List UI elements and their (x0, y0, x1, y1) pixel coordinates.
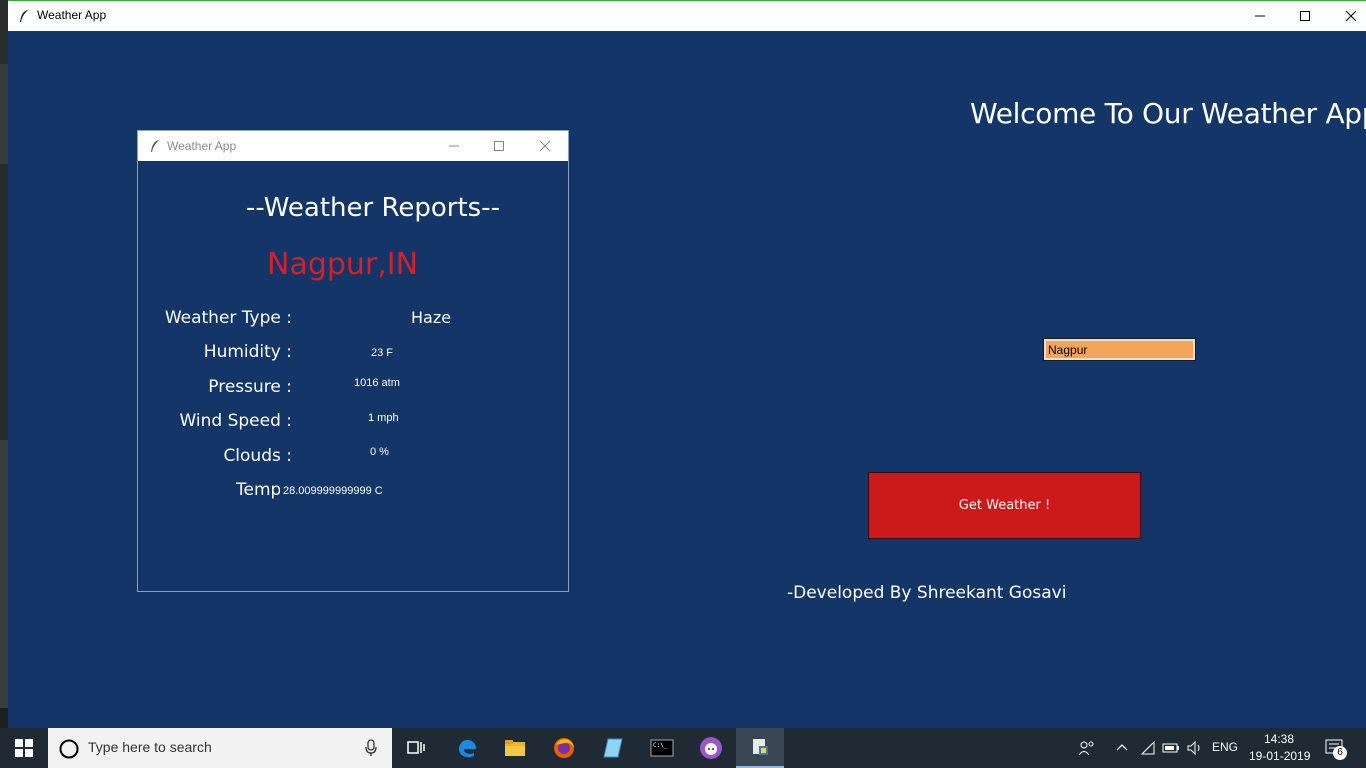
developer-credit: -Developed By Shreekant Gosavi (787, 583, 1067, 603)
folder-icon (505, 740, 525, 756)
close-button[interactable] (1328, 1, 1366, 31)
weather-report-window: Weather App --Weather Reports-- Nagpur,I… (137, 130, 569, 592)
notification-count-badge: 6 (1333, 746, 1347, 760)
edge-icon (459, 739, 476, 758)
feather-icon (20, 10, 28, 22)
battery-icon[interactable] (1162, 740, 1180, 756)
weather-type-label: Weather Type : (164, 308, 292, 328)
microphone-icon[interactable] (364, 739, 378, 757)
github-cat-icon (700, 737, 722, 759)
edge-browser-button[interactable] (443, 728, 491, 768)
report-titlebar[interactable]: Weather App (138, 131, 568, 161)
pressure-value: 1016 atm (354, 377, 400, 389)
github-desktop-button[interactable] (687, 728, 735, 768)
command-prompt-button[interactable]: C:\_ (638, 728, 686, 768)
python-app-button[interactable] (736, 728, 784, 768)
report-maximize-button[interactable] (476, 131, 522, 161)
pressure-label: Pressure : (208, 377, 292, 397)
background-desktop-edge (0, 0, 8, 728)
svg-text:C:\_: C:\_ (653, 742, 668, 749)
main-window-title: Weather App (37, 8, 107, 22)
python-feather-icon (753, 739, 768, 755)
humidity-label: Humidity : (203, 342, 292, 362)
minimize-icon (1255, 15, 1265, 17)
terminal-icon: C:\_ (650, 739, 674, 757)
humidity-value: 23 F (371, 347, 394, 359)
chevron-up-icon[interactable] (1115, 742, 1129, 752)
weather-type-value: Haze (411, 308, 452, 327)
maximize-button[interactable] (1282, 1, 1328, 31)
close-icon (1345, 10, 1357, 22)
clouds-label: Clouds : (223, 446, 292, 466)
temp-label: Temp (236, 480, 280, 500)
firefox-icon (554, 738, 574, 758)
notepad-app-button[interactable] (589, 728, 637, 768)
windows-logo-icon (15, 739, 33, 757)
notepad-icon (603, 738, 623, 758)
report-window-title: Weather App (167, 139, 237, 153)
minimize-button[interactable] (1237, 1, 1283, 31)
maximize-icon (494, 141, 504, 151)
report-minimize-button[interactable] (431, 131, 477, 161)
city-input[interactable] (1043, 338, 1196, 361)
wifi-icon[interactable] (1140, 740, 1156, 756)
start-button[interactable] (0, 728, 48, 768)
minimize-icon (449, 145, 459, 147)
cortana-circle-icon (59, 739, 79, 759)
report-city: Nagpur,IN (267, 247, 419, 282)
close-icon (539, 140, 551, 152)
file-explorer-button[interactable] (491, 728, 539, 768)
volume-icon[interactable] (1186, 740, 1204, 756)
wind-speed-label: Wind Speed : (179, 411, 292, 431)
wind-speed-value: 1 mph (368, 412, 399, 424)
clock-date[interactable]: 19-01-2019 (1249, 749, 1310, 763)
clock-time[interactable]: 14:38 (1264, 732, 1294, 746)
task-view-icon (407, 741, 425, 754)
language-indicator[interactable]: ENG (1212, 740, 1238, 754)
report-close-button[interactable] (522, 131, 568, 161)
get-weather-button[interactable]: Get Weather ! (868, 472, 1141, 539)
taskbar-search-box[interactable]: Type here to search (48, 728, 392, 768)
maximize-icon (1300, 11, 1310, 21)
people-icon[interactable] (1078, 740, 1096, 756)
task-view-button[interactable] (392, 728, 440, 768)
feather-icon (151, 140, 159, 152)
welcome-heading: Welcome To Our Weather App (970, 97, 1366, 130)
firefox-button[interactable] (540, 728, 588, 768)
main-titlebar[interactable]: Weather App (8, 0, 1366, 31)
report-heading: --Weather Reports-- (246, 193, 500, 223)
temp-value: 28.009999999999 C (283, 485, 383, 497)
taskbar: Type here to search C:\_ ENG 14:38 19-01… (0, 728, 1366, 768)
search-placeholder: Type here to search (88, 739, 212, 755)
clouds-value: 0 % (370, 446, 389, 458)
